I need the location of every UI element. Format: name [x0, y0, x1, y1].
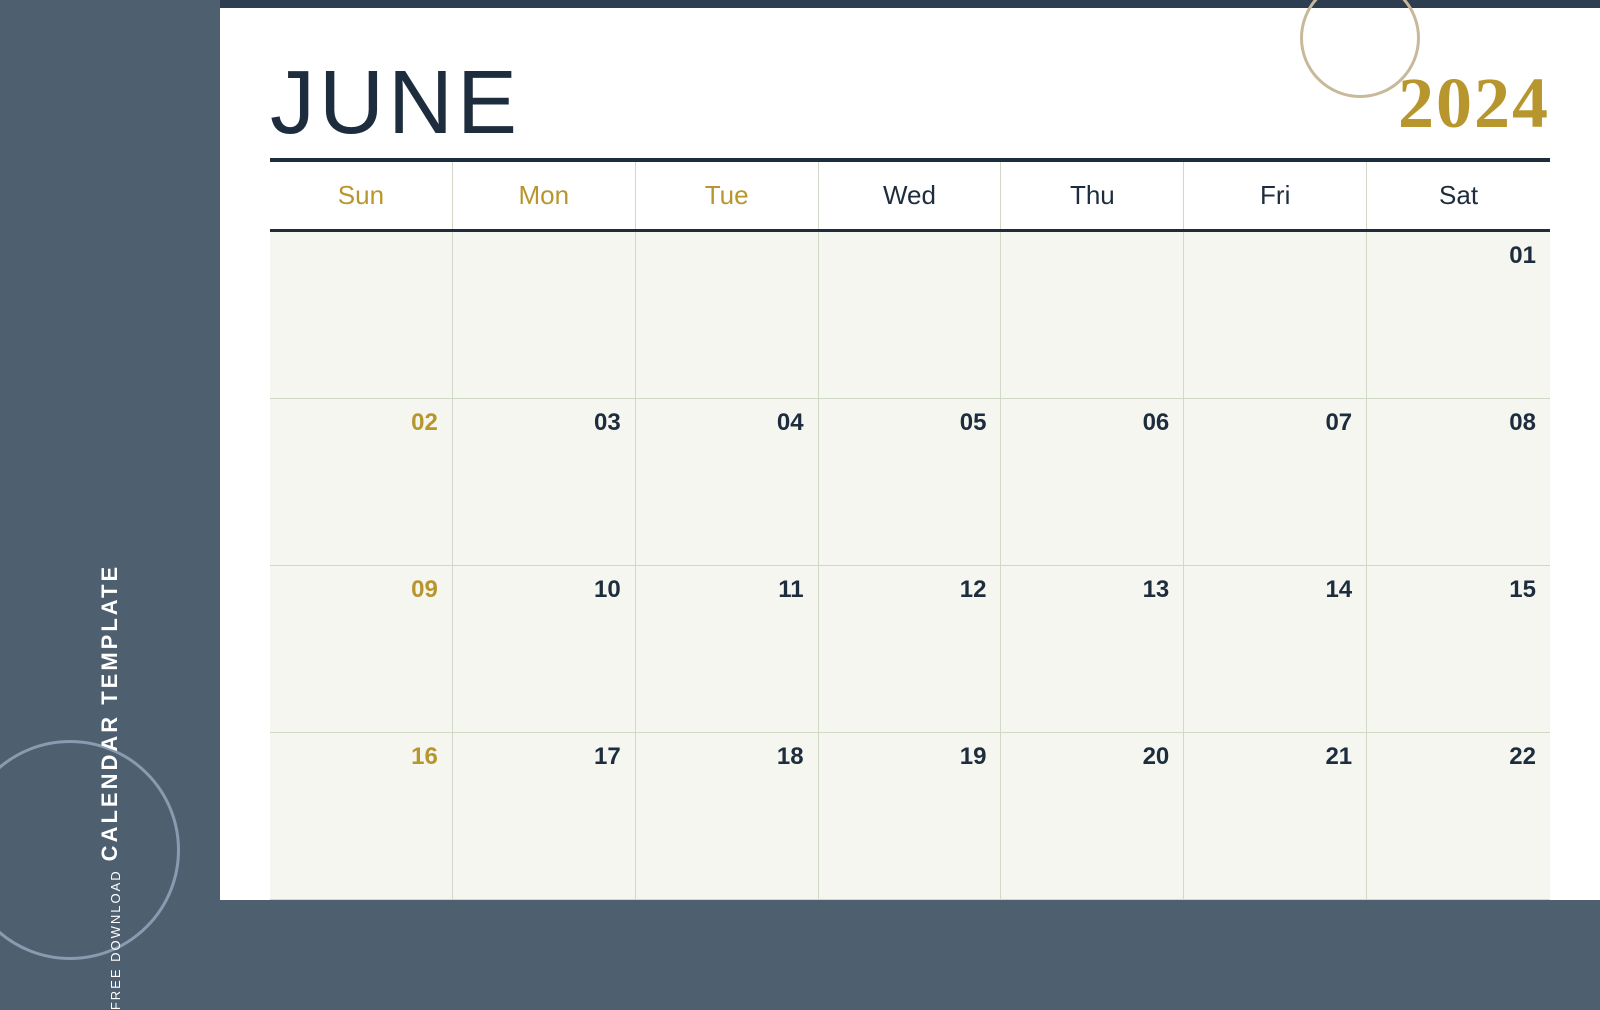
day-cell-11: 11: [636, 566, 819, 732]
day-cell-empty: [1184, 232, 1367, 398]
day-cell-20: 20: [1001, 733, 1184, 899]
calendar-grid: Sun Mon Tue Wed Thu Fri Sat 01: [270, 162, 1550, 900]
day-cell-06: 06: [1001, 399, 1184, 565]
day-header-sat: Sat: [1367, 162, 1550, 229]
day-cell-09: 09: [270, 566, 453, 732]
weeks-container: 01 02 03 04 05 06 07 08 09 10 11 1: [270, 232, 1550, 900]
day-cell-21: 21: [1184, 733, 1367, 899]
day-cell-18: 18: [636, 733, 819, 899]
day-header-sun: Sun: [270, 162, 453, 229]
day-cell-17: 17: [453, 733, 636, 899]
day-cell-15: 15: [1367, 566, 1550, 732]
week-row-3: 09 10 11 12 13 14 15: [270, 566, 1550, 733]
day-header-fri: Fri: [1184, 162, 1367, 229]
day-cell-12: 12: [819, 566, 1002, 732]
day-cell-02: 02: [270, 399, 453, 565]
day-cell-14: 14: [1184, 566, 1367, 732]
day-header-wed: Wed: [819, 162, 1002, 229]
day-cell-22: 22: [1367, 733, 1550, 899]
day-cell-05: 05: [819, 399, 1002, 565]
week-row-4: 16 17 18 19 20 21 22: [270, 733, 1550, 900]
day-cell-empty: [1001, 232, 1184, 398]
day-cell-03: 03: [453, 399, 636, 565]
day-header-mon: Mon: [453, 162, 636, 229]
sidebar-decorative-circle: [0, 740, 180, 960]
year-title: 2024: [1398, 67, 1550, 139]
week-row-2: 02 03 04 05 06 07 08: [270, 399, 1550, 566]
day-header-thu: Thu: [1001, 162, 1184, 229]
day-cell-16: 16: [270, 733, 453, 899]
sidebar-free-download: FREE DOWNLOAD: [108, 869, 123, 1010]
day-cell-08: 08: [1367, 399, 1550, 565]
sidebar-text-block: FREE DOWNLOAD CALENDAR TEMPLATE: [97, 564, 123, 1010]
main-content: JUNE 2024 Sun Mon Tue Wed Thu Fri Sat: [220, 0, 1600, 900]
day-cell-13: 13: [1001, 566, 1184, 732]
week-row-1: 01: [270, 232, 1550, 399]
day-cell-empty: [636, 232, 819, 398]
day-cell-empty: [453, 232, 636, 398]
day-cell-empty: [819, 232, 1002, 398]
sidebar-calendar-template: CALENDAR TEMPLATE: [97, 564, 123, 861]
day-cell-07: 07: [1184, 399, 1367, 565]
day-cell-empty: [270, 232, 453, 398]
day-cell-19: 19: [819, 733, 1002, 899]
calendar-container: JUNE 2024 Sun Mon Tue Wed Thu Fri Sat: [220, 8, 1600, 900]
day-cell-04: 04: [636, 399, 819, 565]
month-title: JUNE: [270, 58, 521, 148]
day-header-tue: Tue: [636, 162, 819, 229]
sidebar: FREE DOWNLOAD CALENDAR TEMPLATE: [0, 0, 220, 900]
day-cell-10: 10: [453, 566, 636, 732]
day-cell-01: 01: [1367, 232, 1550, 398]
day-headers-row: Sun Mon Tue Wed Thu Fri Sat: [270, 162, 1550, 232]
